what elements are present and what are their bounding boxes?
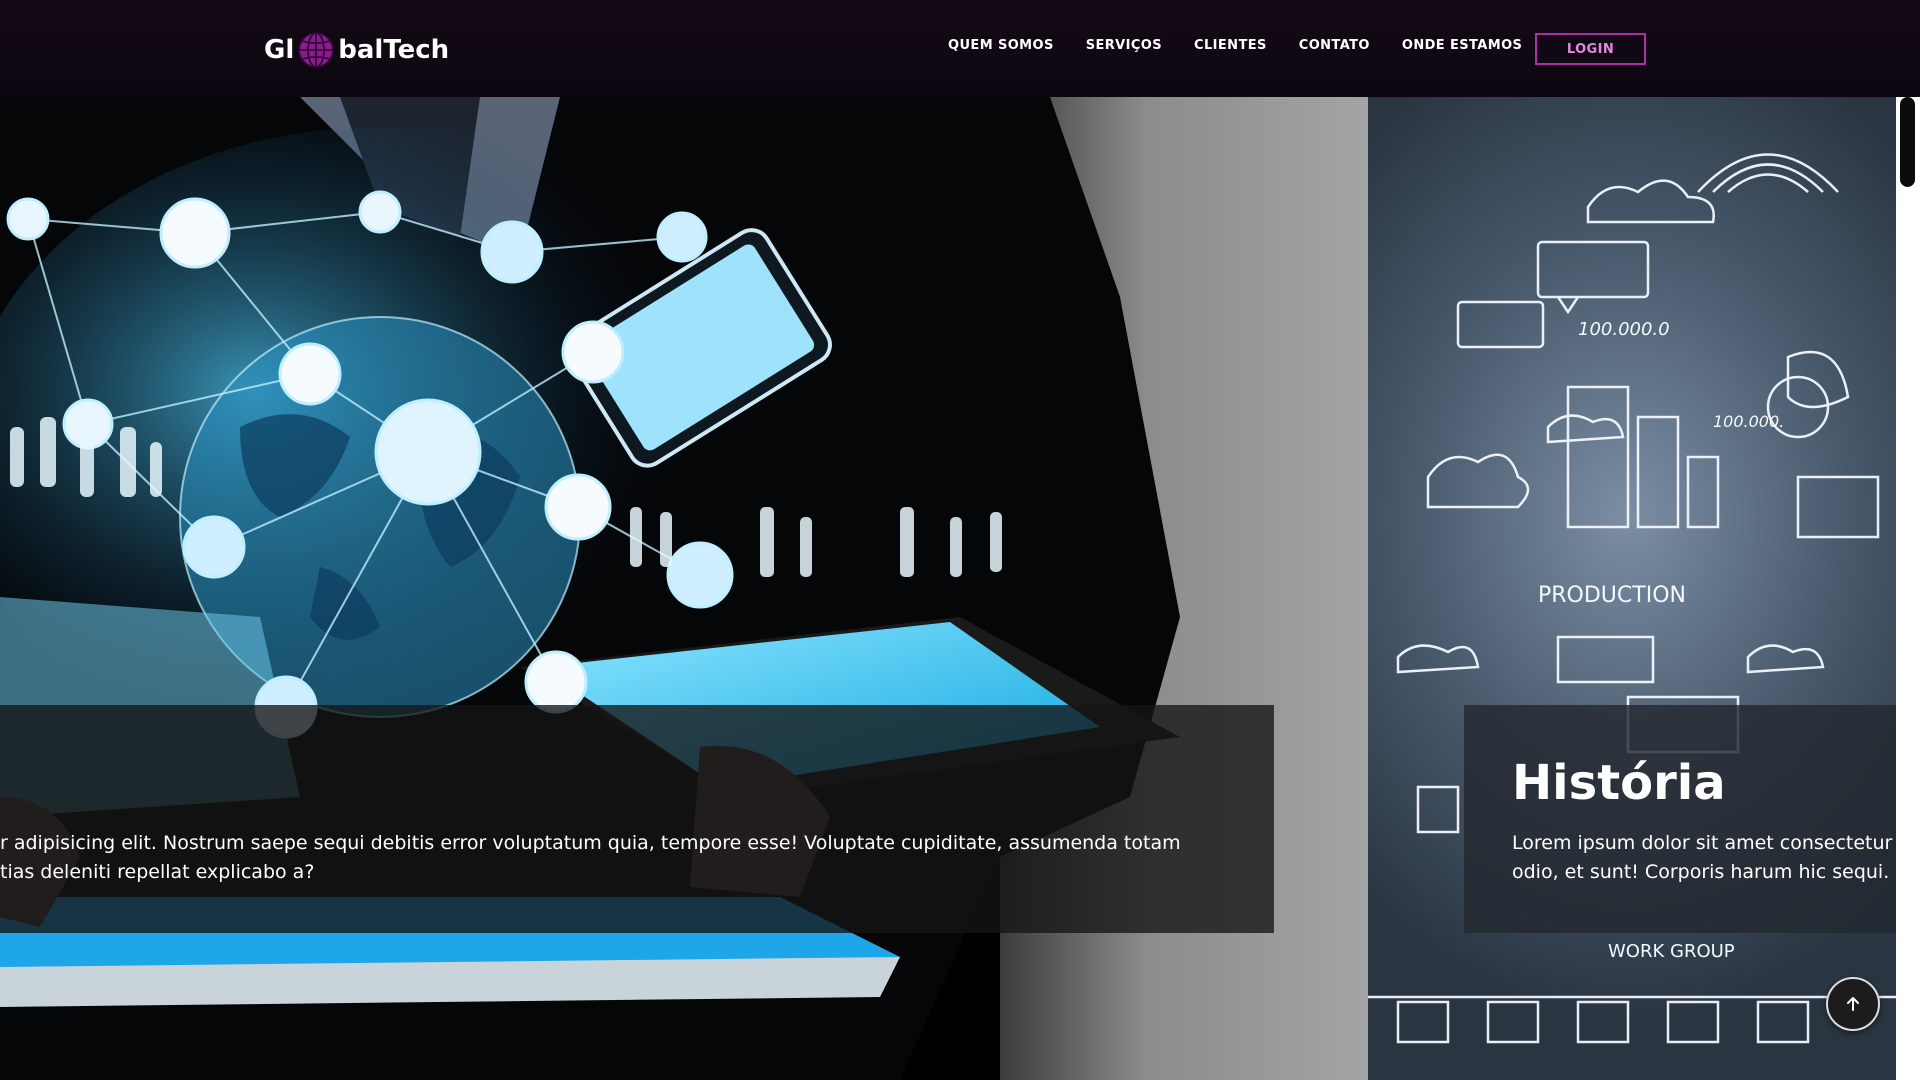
main-nav: QUEM SOMOS SERVIÇOS CLIENTES CONTATO OND…	[948, 38, 1554, 53]
nav-item-onde-estamos[interactable]: ONDE ESTAMOS	[1402, 38, 1522, 53]
site-header: Gl balTech QUEM SOMOS SERVIÇOS CLIENTES …	[0, 0, 1920, 97]
slide-caption-main-text: r adipisicing elit. Nostrum saepe sequi …	[0, 832, 1181, 883]
page-scrollbar-thumb[interactable]	[1900, 97, 1915, 187]
arrow-up-icon	[1847, 997, 1859, 1011]
sketch-label-3: PRODUCTION	[1538, 583, 1686, 608]
slide-caption-title: História	[1512, 755, 1726, 811]
slide-caption-historia: História Lorem ipsum dolor sit amet cons…	[1464, 705, 1896, 933]
logo-text-left: Gl	[264, 35, 295, 65]
page-scrollbar[interactable]	[1896, 97, 1920, 1080]
slide-caption-side-text: Lorem ipsum dolor sit amet consectetur o…	[1512, 832, 1893, 883]
login-button[interactable]: LOGIN	[1535, 33, 1646, 65]
sketch-label-1: 100.000.0	[1578, 319, 1670, 340]
logo-text-right: balTech	[338, 35, 450, 65]
slide-caption-main: r adipisicing elit. Nostrum saepe sequi …	[0, 705, 1274, 933]
sketch-label-2: 100.000.	[1713, 412, 1784, 431]
nav-item-clientes[interactable]: CLIENTES	[1194, 38, 1267, 53]
nav-item-quem-somos[interactable]: QUEM SOMOS	[948, 38, 1054, 53]
nav-item-contato[interactable]: CONTATO	[1299, 38, 1370, 53]
nav-item-servicos[interactable]: SERVIÇOS	[1086, 38, 1162, 53]
sketch-label-4: WORK GROUP	[1608, 941, 1735, 962]
logo[interactable]: Gl balTech	[264, 28, 449, 72]
back-to-top-button[interactable]	[1826, 977, 1880, 1031]
globe-icon	[298, 32, 335, 68]
